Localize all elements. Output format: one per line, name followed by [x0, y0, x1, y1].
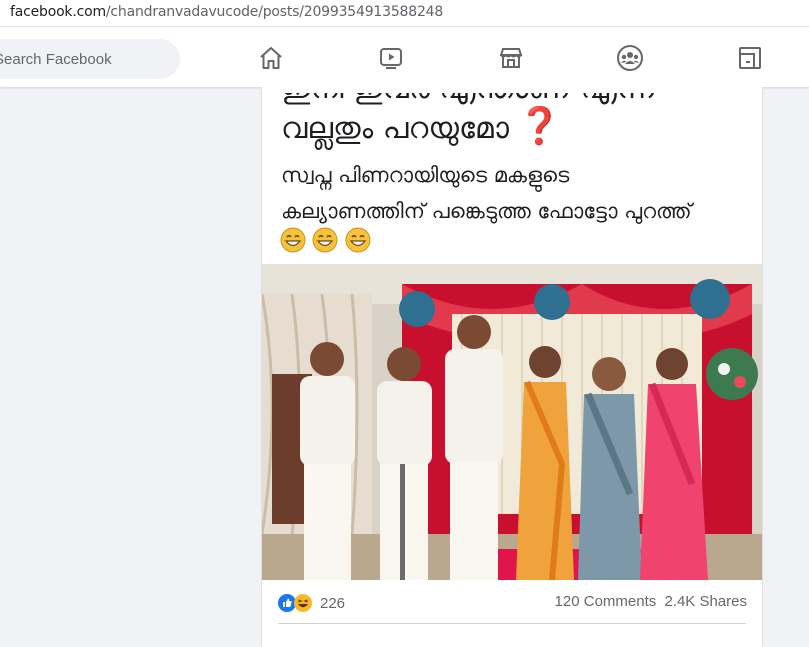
watch-icon[interactable]: [377, 44, 405, 72]
emoji-row: [280, 227, 373, 253]
post-text-line: കല്യാണത്തിന് പങ്കെടുത്ത ഫോട്ടോ പുറത്ത്: [281, 199, 692, 223]
reactions-summary[interactable]: 226: [278, 592, 345, 614]
grinning-emoji-icon: [345, 227, 371, 253]
post-text-line: സ്വപ്ന പിണറായിയുടെ മകളുടെ: [281, 163, 570, 187]
reaction-count: 226: [320, 594, 346, 612]
shares-count-link[interactable]: 2.4K Shares: [664, 593, 747, 610]
post-stats: 120 Comments 2.4K Shares: [551, 593, 747, 610]
search-input[interactable]: [0, 39, 180, 79]
url-path: /chandranvadavucode/posts/20993549135882…: [105, 4, 444, 20]
post-card: ഇനി ഇവർ എന്താണ് എന്ന വല്ലതും പറയുമോ ❓ സ്വ…: [261, 87, 763, 647]
url-text[interactable]: facebook.com/chandranvadavucode/posts/20…: [10, 4, 443, 20]
gaming-icon[interactable]: [736, 44, 764, 72]
post-photo[interactable]: [262, 264, 762, 580]
post-text-fragment: വല്ലതും പറയുമോ: [281, 111, 509, 146]
comments-count-link[interactable]: 120 Comments: [555, 593, 657, 610]
grinning-emoji-icon: [280, 227, 306, 253]
marketplace-icon[interactable]: [497, 44, 525, 72]
address-bar[interactable]: facebook.com/chandranvadavucode/posts/20…: [0, 0, 809, 27]
grinning-emoji-icon: [312, 227, 338, 253]
post-text-line: വല്ലതും പറയുമോ ❓: [281, 105, 562, 147]
facebook-header: [0, 27, 809, 87]
haha-reaction-icon: [294, 594, 312, 612]
divider: [278, 623, 746, 624]
home-icon[interactable]: [257, 44, 285, 72]
url-host: facebook.com: [10, 4, 106, 20]
question-mark-emoji: ❓: [516, 106, 562, 147]
groups-icon[interactable]: [616, 44, 644, 72]
